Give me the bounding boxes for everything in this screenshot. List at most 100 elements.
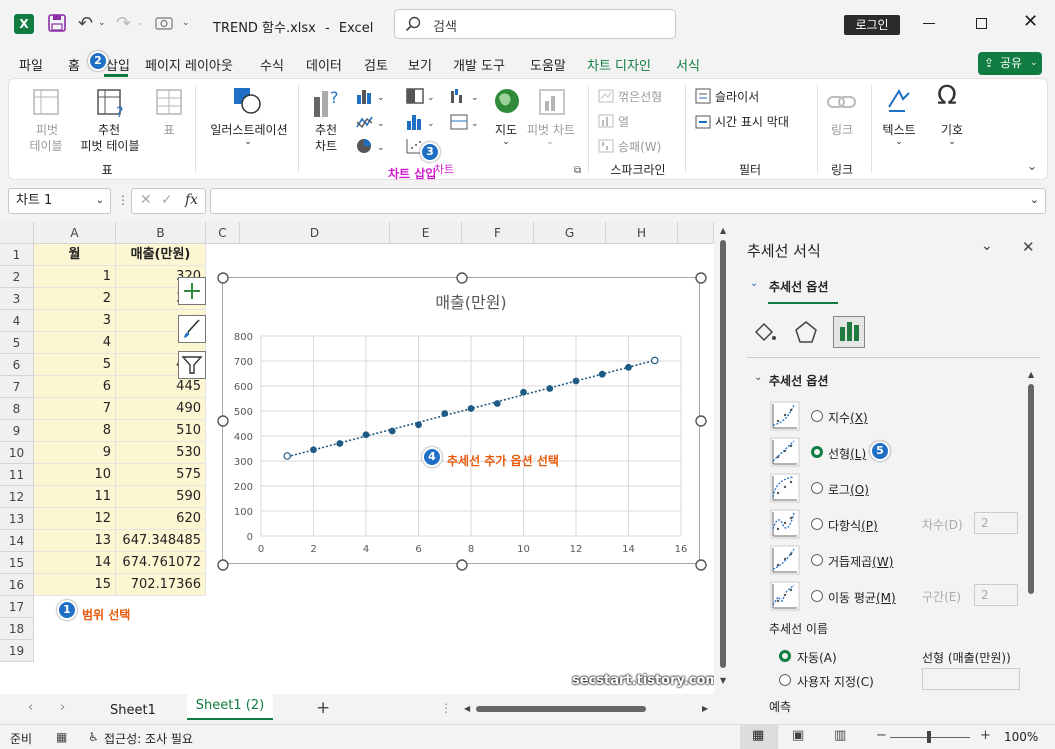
link-label[interactable]: 링크	[825, 121, 859, 138]
recommended-pivot-label-2[interactable]: 피벗 테이블	[75, 137, 145, 154]
column-header[interactable]: G	[534, 222, 606, 244]
tab-chart-design[interactable]: 차트 디자인	[587, 55, 651, 74]
cell-sales[interactable]: 620	[116, 508, 206, 530]
order-stepper[interactable]: 2	[974, 512, 1018, 534]
map-label[interactable]: 지도	[489, 121, 523, 138]
text-label[interactable]: 텍스트	[879, 121, 919, 138]
pane-scroll-up-icon[interactable]: ▲	[1028, 370, 1034, 379]
row-header[interactable]: 16	[0, 574, 34, 596]
accessibility-icon[interactable]: ♿	[88, 730, 99, 744]
zoom-out-icon[interactable]: −	[876, 728, 887, 743]
column-header[interactable]: A	[34, 222, 116, 244]
minimize-icon[interactable]	[923, 23, 935, 24]
column-header[interactable]: F	[462, 222, 534, 244]
section-trendline-options[interactable]: 추세선 옵션	[769, 372, 828, 389]
trend-type-label[interactable]: 이동 평균(M)	[828, 589, 896, 606]
period-stepper[interactable]: 2	[974, 584, 1018, 606]
pane-scrollbar[interactable]: ▲	[1027, 370, 1037, 700]
collapse-ribbon-icon[interactable]: ⌄	[1027, 159, 1037, 173]
cell-month[interactable]: 9	[34, 442, 116, 464]
tab-review[interactable]: 검토	[364, 55, 388, 74]
cell-month[interactable]: 5	[34, 354, 116, 376]
cell-month[interactable]: 12	[34, 508, 116, 530]
zoom-slider-thumb[interactable]	[927, 731, 931, 743]
zoom-level[interactable]: 100%	[1004, 730, 1038, 744]
row-header[interactable]: 17	[0, 596, 34, 618]
tab-file[interactable]: 파일	[19, 55, 43, 74]
cell-sales[interactable]: 510	[116, 420, 206, 442]
cell-month[interactable]: 4	[34, 332, 116, 354]
chart-dialog-launcher-icon[interactable]: ⧉	[574, 165, 581, 176]
tab-format[interactable]: 서식	[676, 55, 700, 74]
chart-filters-button[interactable]	[178, 351, 206, 379]
row-header[interactable]: 4	[0, 310, 34, 332]
header-cell-month[interactable]: 월	[34, 244, 116, 266]
cell-month[interactable]: 8	[34, 420, 116, 442]
vertical-scrollbar[interactable]: ▲ ▼	[714, 222, 736, 694]
pivot-table-label[interactable]: 피벗	[27, 121, 67, 138]
share-button[interactable]: 공유 ⇪ ⌄	[978, 52, 1042, 75]
more-options-icon[interactable]: ⋮	[117, 193, 129, 207]
cell-mode-icon[interactable]: ▦	[56, 730, 67, 744]
cell-month[interactable]: 6	[34, 376, 116, 398]
save-icon[interactable]	[48, 14, 66, 32]
column-chart-icon[interactable]: ⌄	[355, 87, 389, 105]
customize-qat-icon[interactable]: ⌄	[182, 18, 190, 28]
cell-month[interactable]: 15	[34, 574, 116, 596]
cell-sales[interactable]: 530	[116, 442, 206, 464]
cell-sales[interactable]: 490	[116, 398, 206, 420]
row-header[interactable]: 12	[0, 486, 34, 508]
pie-chart-icon[interactable]: ⌄	[355, 137, 389, 155]
trend-type-radio[interactable]	[811, 590, 823, 602]
pivot-chart-dropdown-icon[interactable]: ⌄	[543, 137, 557, 147]
timeline-label[interactable]: 시간 표시 막대	[715, 113, 789, 130]
column-header[interactable]: E	[390, 222, 462, 244]
scroll-right-icon[interactable]: ▶	[702, 704, 708, 713]
trend-type-label[interactable]: 로그(O)	[828, 481, 869, 498]
normal-view-button[interactable]: ▦	[740, 725, 778, 749]
trend-type-radio[interactable]	[811, 554, 823, 566]
fill-line-icon[interactable]	[752, 320, 778, 344]
tab-page-layout[interactable]: 페이지 레이아웃	[145, 55, 233, 74]
name-box[interactable]: 차트 1 ⌄	[8, 188, 111, 214]
scroll-left-icon[interactable]: ◀	[464, 704, 470, 713]
pane-tab-trendline-options[interactable]: 추세선 옵션	[769, 278, 828, 295]
close-icon[interactable]: ✕	[1023, 11, 1038, 32]
next-sheet-icon[interactable]: ›	[60, 700, 65, 715]
vertical-scroll-thumb[interactable]	[720, 240, 726, 668]
cell-month[interactable]: 13	[34, 530, 116, 552]
row-header[interactable]: 7	[0, 376, 34, 398]
chart-styles-button[interactable]	[178, 315, 206, 343]
cell-sales[interactable]: 590	[116, 486, 206, 508]
scatter-chart[interactable]: 매출(만원) 0 100 200 300 400 500 600 700 800 0 2 4 6 8 10 12…	[217, 272, 707, 571]
sparkline-column-label[interactable]: 열	[618, 113, 629, 130]
cell-month[interactable]: 14	[34, 552, 116, 574]
row-header[interactable]: 3	[0, 288, 34, 310]
row-header[interactable]: 10	[0, 442, 34, 464]
add-sheet-button[interactable]: +	[316, 698, 330, 718]
accessibility-status[interactable]: 접근성: 조사 필요	[104, 730, 193, 747]
header-cell-sales[interactable]: 매출(만원)	[116, 244, 206, 266]
trend-type-radio[interactable]	[811, 482, 823, 494]
row-header[interactable]: 15	[0, 552, 34, 574]
sheet-tab-1[interactable]: Sheet1	[110, 703, 156, 718]
custom-radio[interactable]	[779, 674, 791, 686]
symbol-dropdown-icon[interactable]: ⌄	[945, 137, 959, 147]
enter-icon[interactable]: ✓	[161, 192, 173, 208]
recommended-chart-label-2[interactable]: 차트	[311, 137, 341, 154]
cancel-icon[interactable]: ✕	[140, 192, 152, 208]
illustrations-label[interactable]: 일러스트레이션	[205, 121, 293, 138]
select-all-corner[interactable]	[0, 222, 34, 244]
undo-icon[interactable]: ↶	[78, 13, 93, 34]
trend-type-radio[interactable]	[811, 518, 823, 530]
combo-chart-icon[interactable]: ⌄	[449, 113, 483, 131]
pane-close-icon[interactable]: ✕	[1022, 238, 1035, 256]
cell-month[interactable]: 1	[34, 266, 116, 288]
zoom-in-icon[interactable]: +	[980, 728, 991, 743]
sparkline-winloss-label[interactable]: 승패(W)	[618, 138, 661, 155]
line-chart-icon[interactable]: ⌄	[355, 113, 389, 131]
row-header[interactable]: 1	[0, 244, 34, 266]
tab-formulas[interactable]: 수식	[260, 55, 284, 74]
slicer-label[interactable]: 슬라이서	[715, 88, 759, 105]
row-header[interactable]: 13	[0, 508, 34, 530]
